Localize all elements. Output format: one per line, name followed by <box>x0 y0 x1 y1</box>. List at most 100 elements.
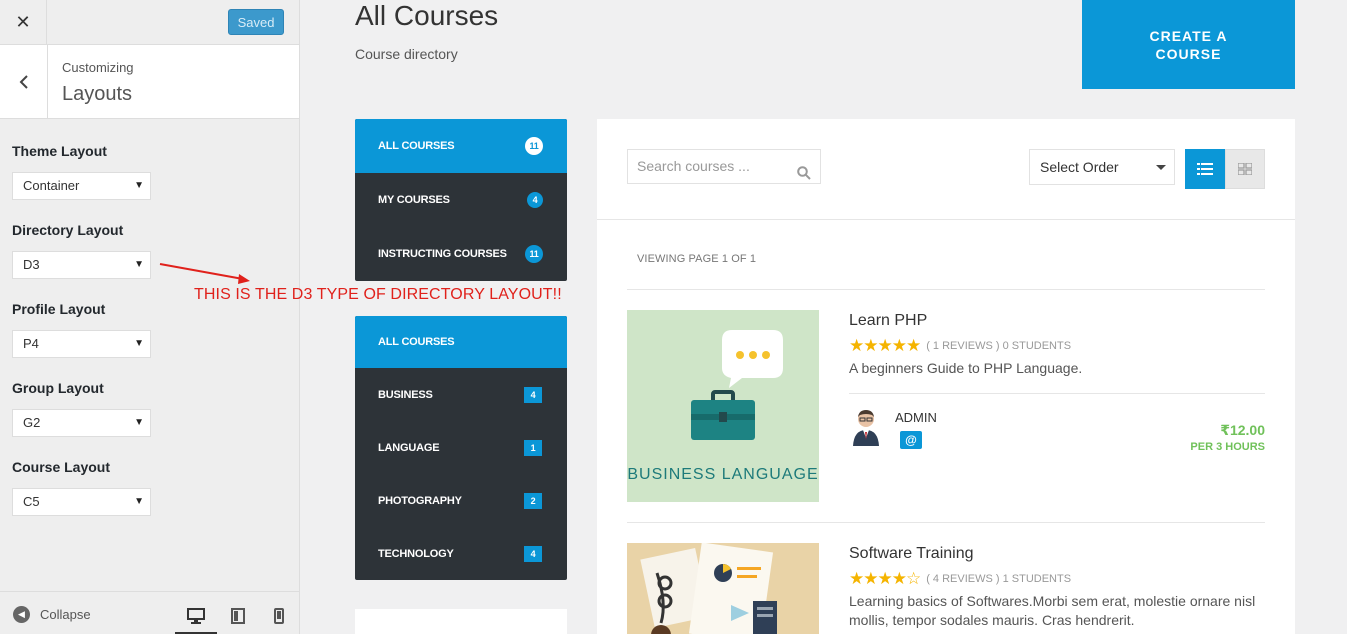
annotation-arrow-icon <box>159 263 250 284</box>
menu-item-label: MY COURSES <box>378 194 450 206</box>
menu-item-my-courses[interactable]: MY COURSES 4 <box>355 173 567 227</box>
create-course-button[interactable]: CREATE A COURSE <box>1082 0 1295 89</box>
avatar[interactable] <box>851 408 881 446</box>
annotation-text: THIS IS THE D3 TYPE OF DIRECTORY LAYOUT!… <box>194 286 562 303</box>
count-badge: 11 <box>525 137 543 155</box>
collapse-button[interactable]: ◀ Collapse <box>13 606 91 623</box>
select-value: C5 <box>23 494 40 509</box>
group-layout-select[interactable]: G2 ▼ <box>12 409 151 437</box>
customizer-title: Layouts <box>62 83 133 105</box>
menu-item-label: PHOTOGRAPHY <box>378 494 462 507</box>
collapse-icon: ◀ <box>13 606 30 623</box>
close-icon[interactable]: ✕ <box>0 0 47 44</box>
theme-layout-select[interactable]: Container ▼ <box>12 172 151 200</box>
course-meta: ( 1 REVIEWS ) 0 STUDENTS <box>926 340 1072 352</box>
menu-item-label: ALL COURSES <box>378 140 455 152</box>
course-description: A beginners Guide to PHP Language. <box>849 360 1083 376</box>
select-value: D3 <box>23 257 40 272</box>
desktop-preview-icon[interactable] <box>175 602 217 634</box>
search-icon[interactable] <box>797 159 811 192</box>
field-label: Theme Layout <box>12 143 107 159</box>
search-input[interactable]: Search courses ... <box>627 149 821 184</box>
field-label: Group Layout <box>12 380 104 396</box>
page-title: All Courses <box>355 0 499 31</box>
customizer-subtitle: Customizing <box>62 60 134 75</box>
pagination-info: VIEWING PAGE 1 OF 1 <box>637 253 757 265</box>
divider <box>627 522 1265 523</box>
directory-layout-select[interactable]: D3 ▼ <box>12 251 151 279</box>
course-rating: ★★★★★ ( 1 REVIEWS ) 0 STUDENTS <box>849 336 1071 356</box>
select-value: G2 <box>23 415 41 430</box>
caret-down-icon: ▼ <box>134 417 144 428</box>
tablet-preview-icon[interactable] <box>217 602 259 634</box>
grid-icon <box>1238 163 1252 175</box>
group-layout-field: Group Layout G2 ▼ <box>12 379 292 458</box>
divider <box>597 219 1295 220</box>
select-value: P4 <box>23 336 39 351</box>
course-meta: ( 4 REVIEWS ) 1 STUDENTS <box>926 573 1072 585</box>
category-language[interactable]: LANGUAGE 1 <box>355 421 567 474</box>
saved-button[interactable]: Saved <box>228 9 284 35</box>
category-technology[interactable]: TECHNOLOGY 4 <box>355 527 567 580</box>
customizer-sidebar: ✕ Saved Customizing Layouts Theme Layout… <box>0 0 300 634</box>
star-rating-icon: ★★★★★ <box>849 336 921 355</box>
menu-item-label: INSTRUCTING COURSES <box>378 248 507 260</box>
field-label: Directory Layout <box>12 222 124 238</box>
list-icon <box>1197 163 1213 175</box>
course-thumbnail[interactable] <box>627 543 819 634</box>
back-chevron-icon[interactable] <box>0 45 48 118</box>
theme-layout-field: Theme Layout Container ▼ <box>12 142 292 221</box>
profile-layout-field: Profile Layout P4 ▼ <box>12 300 292 379</box>
course-price: ₹12.00 PER 3 HOURS <box>1190 422 1265 453</box>
mobile-preview-icon[interactable] <box>258 602 300 634</box>
thumbnail-caption: BUSINESS LANGUAGE <box>627 466 819 483</box>
course-layout-select[interactable]: C5 ▼ <box>12 488 151 516</box>
instructor-name[interactable]: ADMIN <box>895 410 937 425</box>
customizer-section-header: Customizing Layouts <box>0 45 299 119</box>
menu-item-instructing-courses[interactable]: INSTRUCTING COURSES 11 <box>355 227 567 281</box>
grid-view-button[interactable] <box>1225 149 1265 189</box>
category-business[interactable]: BUSINESS 4 <box>355 368 567 421</box>
category-all-courses[interactable]: ALL COURSES <box>355 316 567 368</box>
menu-item-label: TECHNOLOGY <box>378 547 454 560</box>
order-select[interactable]: Select Order <box>1029 149 1175 185</box>
create-course-label: CREATE A COURSE <box>1149 27 1228 62</box>
caret-down-icon <box>1156 165 1166 170</box>
count-badge: 1 <box>524 439 542 456</box>
course-filter-menu: ALL COURSES 11 MY COURSES 4 INSTRUCTING … <box>355 119 567 281</box>
course-title[interactable]: Software Training <box>849 545 974 563</box>
customizer-footer: ◀ Collapse <box>0 591 299 634</box>
field-label: Course Layout <box>12 459 111 475</box>
list-view-button[interactable] <box>1185 149 1225 189</box>
customizer-header-bar: ✕ Saved <box>0 0 299 45</box>
count-badge: 4 <box>527 192 543 208</box>
menu-item-label: BUSINESS <box>378 388 433 401</box>
caret-down-icon: ▼ <box>134 338 144 349</box>
caret-down-icon: ▼ <box>134 259 144 270</box>
course-panel: Search courses ... Select Order VIEWING … <box>597 119 1295 634</box>
profile-layout-select[interactable]: P4 ▼ <box>12 330 151 358</box>
order-select-value: Select Order <box>1040 159 1119 175</box>
course-layout-field: Course Layout C5 ▼ <box>12 458 292 537</box>
course-category-menu: ALL COURSES BUSINESS 4 LANGUAGE 1 PHOTOG… <box>355 316 567 580</box>
course-rating: ★★★★☆ ( 4 REVIEWS ) 1 STUDENTS <box>849 569 1071 589</box>
category-photography[interactable]: PHOTOGRAPHY 2 <box>355 474 567 527</box>
widget-box <box>355 609 567 634</box>
count-badge: 11 <box>525 245 543 263</box>
at-mention-icon[interactable]: @ <box>900 431 922 449</box>
course-description: Learning basics of Softwares.Morbi sem e… <box>849 593 1256 628</box>
select-value: Container <box>23 178 80 193</box>
divider <box>627 289 1265 290</box>
price-duration: PER 3 HOURS <box>1190 441 1265 453</box>
count-badge: 4 <box>524 386 542 403</box>
page-subtitle: Course directory <box>355 46 458 62</box>
count-badge: 2 <box>524 492 542 509</box>
menu-item-label: ALL COURSES <box>378 336 455 348</box>
caret-down-icon: ▼ <box>134 496 144 507</box>
layout-fields: Theme Layout Container ▼ Directory Layout… <box>12 142 292 537</box>
caret-down-icon: ▼ <box>134 180 144 191</box>
course-title[interactable]: Learn PHP <box>849 312 927 330</box>
menu-item-all-courses[interactable]: ALL COURSES 11 <box>355 119 567 173</box>
menu-item-label: LANGUAGE <box>378 441 440 454</box>
divider <box>849 393 1265 394</box>
